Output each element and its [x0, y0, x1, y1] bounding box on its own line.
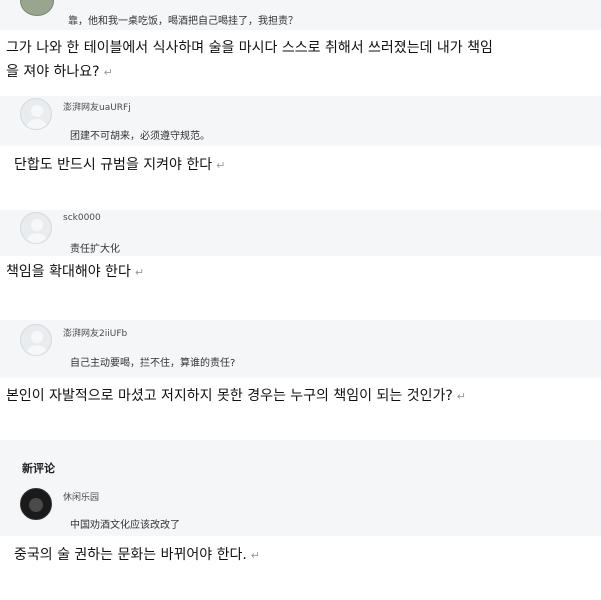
comment-username[interactable]: sck0000	[63, 213, 101, 223]
translation-text: 책임을 확대해야 한다 ↵	[6, 264, 145, 280]
comment-text: 靠，他和我一桌吃饭，喝酒把自己喝挂了，我担责？	[68, 16, 298, 27]
default-avatar-icon[interactable]	[20, 324, 52, 356]
comment-username[interactable]: 澎湃网友2iiUFb	[63, 326, 127, 339]
translation-text: 그가 나와 한 테이블에서 식사하며 술을 마시다 스스로 취해서 쓰러졌는데 …	[6, 36, 598, 85]
return-mark: ↵	[456, 390, 466, 403]
translation-text: 본인이 자발적으로 마셨고 저지하지 못한 경우는 누구의 책임이 되는 것인가…	[6, 388, 466, 404]
user-photo-avatar-icon[interactable]	[20, 488, 52, 520]
return-mark: ↵	[103, 66, 113, 79]
default-avatar-icon[interactable]	[20, 98, 52, 130]
comment-text: 责任扩大化	[70, 244, 120, 255]
comment-text: 中国劝酒文化应该改改了	[70, 520, 180, 531]
return-mark: ↵	[216, 159, 226, 172]
section-heading: 新评论	[22, 462, 55, 475]
translation-line: 그가 나와 한 테이블에서 식사하며 술을 마시다 스스로 취해서 쓰러졌는데 …	[6, 40, 493, 56]
translation-line: 을 져야 하나요? ↵	[6, 64, 113, 80]
avatar-photo-detail	[29, 498, 43, 512]
comment-text: 团建不可胡来，必须遵守规范。	[70, 131, 210, 142]
return-mark: ↵	[134, 266, 145, 279]
translation-text: 중국의 술 권하는 문화는 바뀌어야 한다. ↵	[14, 547, 260, 563]
default-avatar-icon[interactable]	[20, 212, 52, 244]
comment-text: 自己主动要喝，拦不住，算谁的责任?	[70, 358, 236, 369]
return-mark: ↵	[250, 549, 260, 562]
comment-username[interactable]: 休闲乐园	[63, 490, 99, 503]
translation-text: 단합도 반드시 규범을 지켜야 한다 ↵	[14, 157, 226, 173]
comment-username[interactable]: 澎湃网友uaURFj	[63, 100, 131, 113]
